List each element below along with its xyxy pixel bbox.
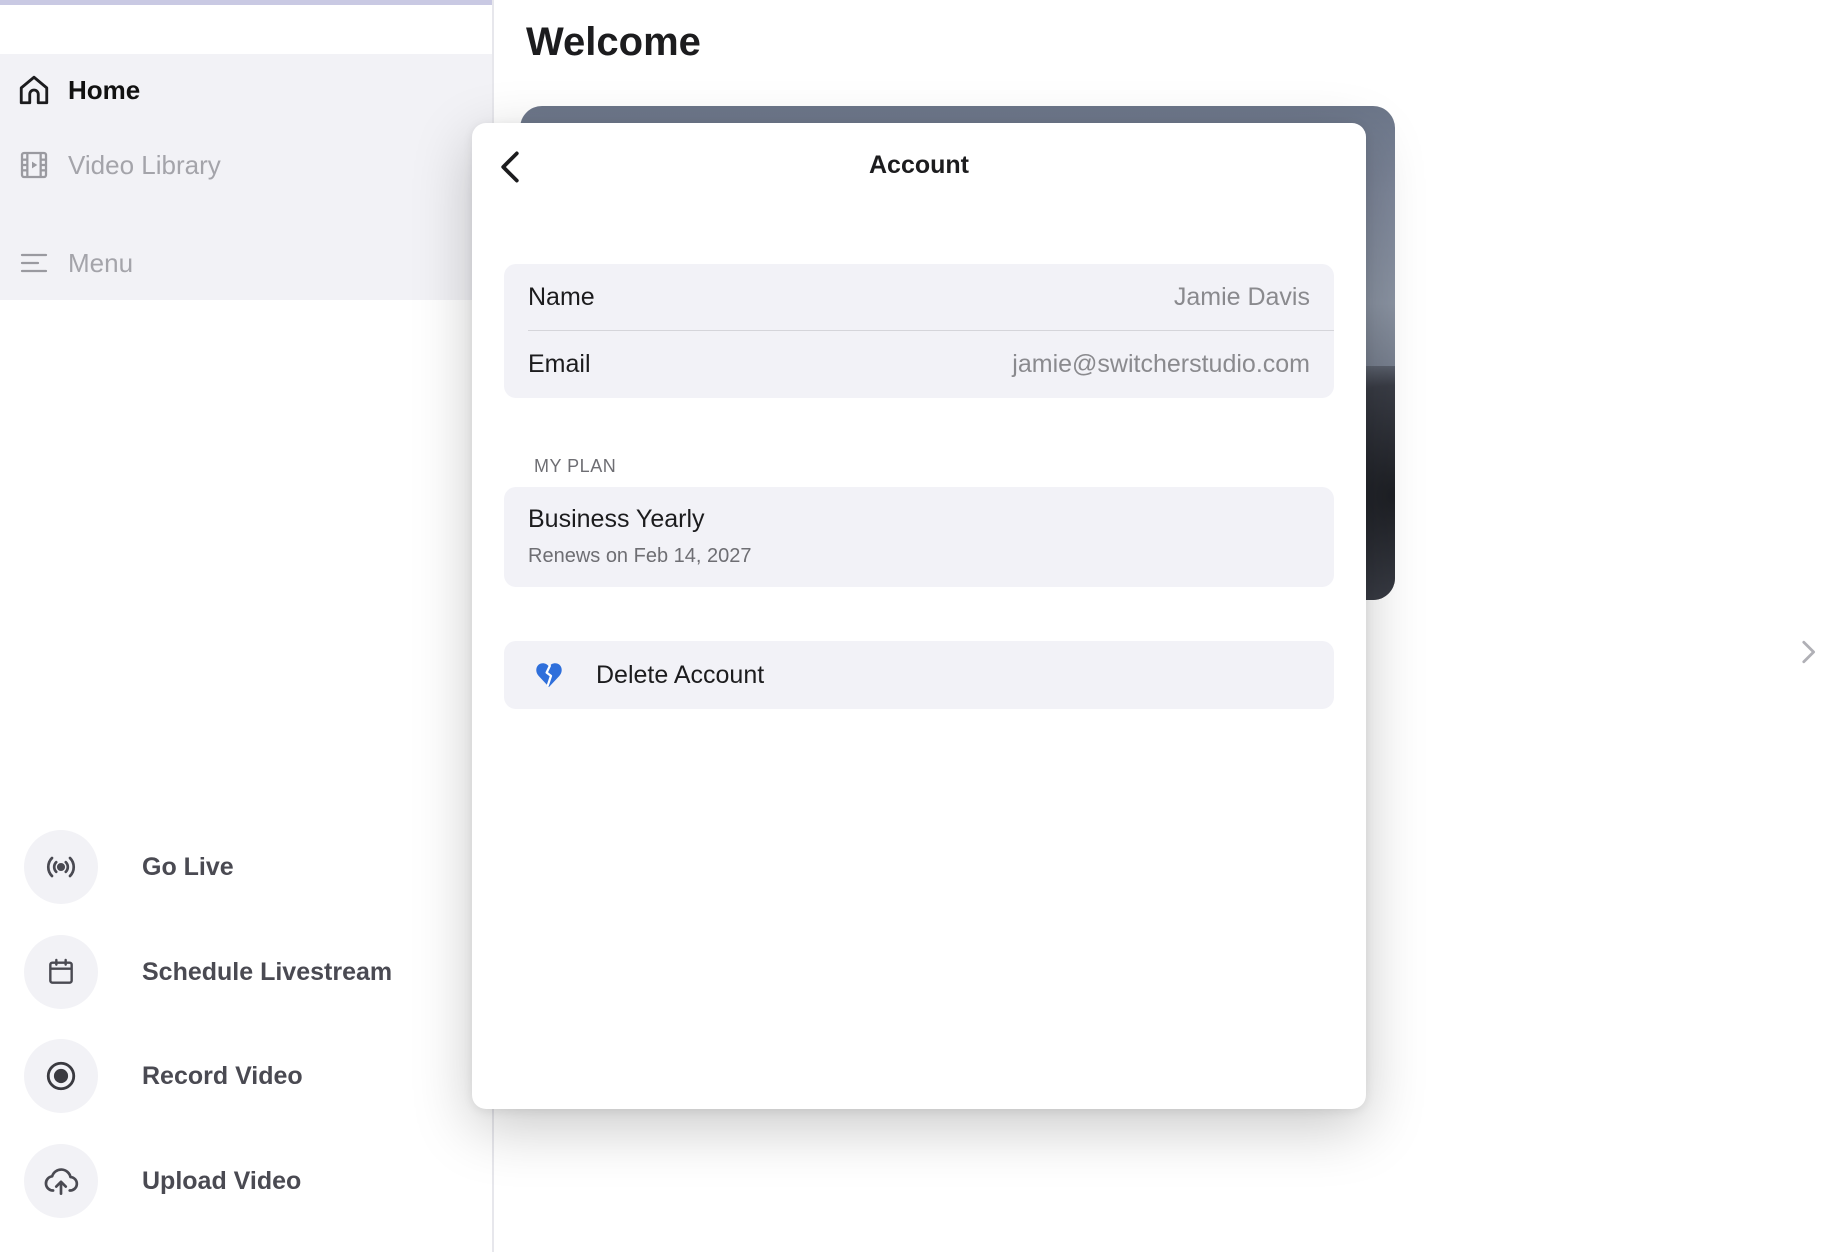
record-icon [46,1061,76,1091]
plan-name: Business Yearly [528,505,705,533]
sidebar-item-menu[interactable]: Menu [0,233,492,293]
app-window: Home Video Library Menu Go Live Schedule… [0,0,1834,1252]
name-row: Name Jamie Davis [504,264,1334,331]
record-video-label: Record Video [142,1061,303,1090]
schedule-livestream-button[interactable]: Schedule Livestream [24,934,464,1010]
broadcast-icon [47,856,75,878]
go-live-button[interactable]: Go Live [24,829,464,905]
sidebar-item-video-library[interactable]: Video Library [0,135,492,195]
record-video-button[interactable]: Record Video [24,1038,464,1114]
delete-account-button[interactable]: Delete Account [504,641,1334,709]
name-value: Jamie Davis [1173,283,1310,311]
email-row: Email jamie@switcherstudio.com [504,331,1334,398]
sidebar-item-label: Menu [68,247,134,278]
go-live-icon-circle [24,830,98,904]
chevron-right-icon[interactable] [1796,634,1820,670]
go-live-label: Go Live [142,852,234,881]
plan-card[interactable]: Business Yearly Renews on Feb 14, 2027 [504,487,1334,587]
record-icon-circle [24,1039,98,1113]
section-header-my-plan: MY PLAN [534,456,617,476]
home-icon [16,72,52,108]
schedule-livestream-label: Schedule Livestream [142,957,393,986]
plan-renewal: Renews on Feb 14, 2027 [528,545,752,567]
page-title: Welcome [526,20,701,64]
upload-icon-circle [24,1144,98,1218]
sidebar-item-label: Home [68,74,141,105]
delete-account-label: Delete Account [596,661,765,689]
sidebar: Home Video Library Menu Go Live Schedule… [0,0,494,1252]
calendar-icon [49,958,73,984]
upload-video-label: Upload Video [142,1166,302,1195]
email-label: Email [528,350,591,378]
name-label: Name [528,283,595,311]
film-icon [16,147,52,183]
account-modal: Account Name Jamie Davis Email jamie@swi… [472,123,1366,1109]
broken-heart-icon [536,663,562,688]
account-info-group: Name Jamie Davis Email jamie@switcherstu… [504,264,1334,398]
sidebar-item-label: Video Library [68,149,221,180]
modal-title: Account [869,151,969,179]
upload-video-button[interactable]: Upload Video [24,1143,464,1219]
email-value: jamie@switcherstudio.com [1012,350,1310,378]
top-stripe [0,0,492,5]
sidebar-item-home[interactable]: Home [0,60,492,120]
menu-icon [16,245,52,281]
schedule-icon-circle [24,935,98,1009]
cloud-upload-icon [44,1168,79,1196]
